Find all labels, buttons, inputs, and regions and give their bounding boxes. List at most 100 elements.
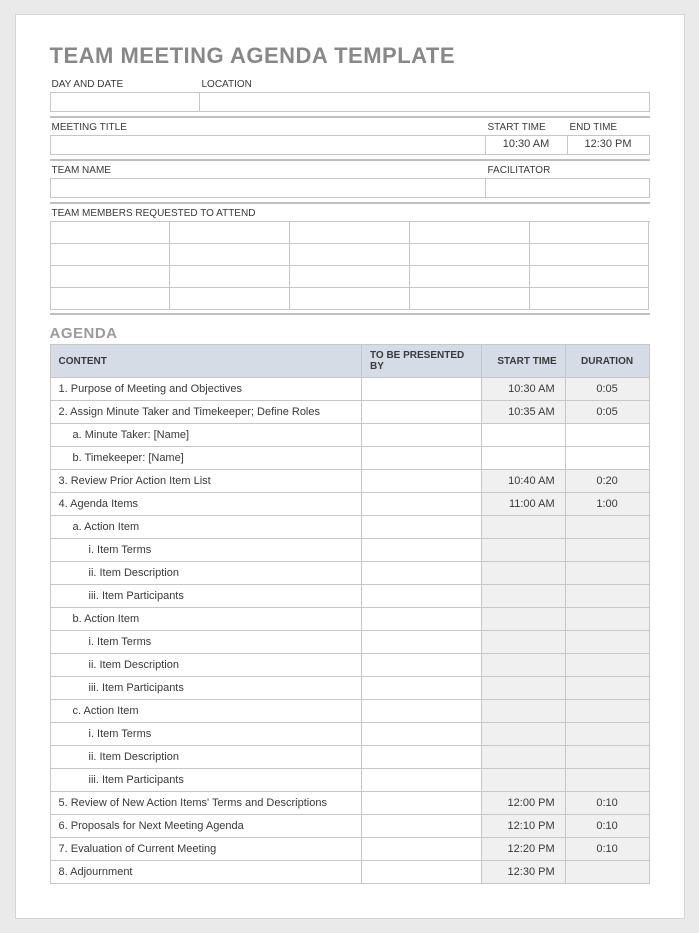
input-meeting-title[interactable] xyxy=(50,135,486,155)
attendee-cell[interactable] xyxy=(290,288,410,310)
agenda-cell-presented[interactable] xyxy=(361,838,481,861)
input-end-time[interactable]: 12:30 PM xyxy=(568,135,650,155)
agenda-cell-duration[interactable] xyxy=(565,769,649,792)
agenda-cell-start[interactable] xyxy=(481,677,565,700)
attendee-cell[interactable] xyxy=(290,244,410,266)
agenda-cell-presented[interactable] xyxy=(361,631,481,654)
agenda-cell-content[interactable]: 5. Review of New Action Items' Terms and… xyxy=(50,792,361,815)
agenda-cell-duration[interactable] xyxy=(565,424,649,447)
agenda-cell-duration[interactable] xyxy=(565,746,649,769)
input-team-name[interactable] xyxy=(50,178,486,198)
agenda-cell-presented[interactable] xyxy=(361,769,481,792)
agenda-cell-presented[interactable] xyxy=(361,516,481,539)
agenda-cell-duration[interactable] xyxy=(565,723,649,746)
agenda-cell-duration[interactable] xyxy=(565,562,649,585)
agenda-cell-start[interactable] xyxy=(481,562,565,585)
agenda-cell-duration[interactable] xyxy=(565,700,649,723)
agenda-cell-presented[interactable] xyxy=(361,493,481,516)
agenda-cell-duration[interactable] xyxy=(565,516,649,539)
agenda-cell-content[interactable]: i. Item Terms xyxy=(50,539,361,562)
agenda-cell-duration[interactable] xyxy=(565,631,649,654)
attendee-cell[interactable] xyxy=(530,288,650,310)
agenda-cell-content[interactable]: c. Action Item xyxy=(50,700,361,723)
agenda-cell-start[interactable] xyxy=(481,516,565,539)
agenda-cell-content[interactable]: i. Item Terms xyxy=(50,631,361,654)
agenda-cell-content[interactable]: 2. Assign Minute Taker and Timekeeper; D… xyxy=(50,401,361,424)
agenda-cell-start[interactable]: 10:40 AM xyxy=(481,470,565,493)
agenda-cell-presented[interactable] xyxy=(361,424,481,447)
agenda-cell-presented[interactable] xyxy=(361,654,481,677)
agenda-cell-start[interactable]: 10:30 AM xyxy=(481,378,565,401)
attendee-cell[interactable] xyxy=(290,266,410,288)
agenda-cell-content[interactable]: 3. Review Prior Action Item List xyxy=(50,470,361,493)
agenda-cell-content[interactable]: iii. Item Participants xyxy=(50,677,361,700)
agenda-cell-duration[interactable] xyxy=(565,654,649,677)
agenda-cell-presented[interactable] xyxy=(361,861,481,884)
agenda-cell-duration[interactable]: 0:05 xyxy=(565,401,649,424)
agenda-cell-content[interactable]: a. Minute Taker: [Name] xyxy=(50,424,361,447)
attendee-cell[interactable] xyxy=(51,288,171,310)
attendee-cell[interactable] xyxy=(51,266,171,288)
attendee-cell[interactable] xyxy=(51,222,171,244)
attendee-cell[interactable] xyxy=(410,244,530,266)
agenda-cell-duration[interactable]: 0:10 xyxy=(565,792,649,815)
agenda-cell-presented[interactable] xyxy=(361,401,481,424)
agenda-cell-start[interactable] xyxy=(481,539,565,562)
agenda-cell-content[interactable]: b. Timekeeper: [Name] xyxy=(50,447,361,470)
agenda-cell-presented[interactable] xyxy=(361,470,481,493)
agenda-cell-start[interactable]: 10:35 AM xyxy=(481,401,565,424)
agenda-cell-presented[interactable] xyxy=(361,723,481,746)
agenda-cell-presented[interactable] xyxy=(361,700,481,723)
agenda-cell-start[interactable] xyxy=(481,700,565,723)
agenda-cell-duration[interactable]: 0:10 xyxy=(565,838,649,861)
agenda-cell-duration[interactable] xyxy=(565,539,649,562)
input-facilitator[interactable] xyxy=(486,178,650,198)
agenda-cell-presented[interactable] xyxy=(361,562,481,585)
agenda-cell-presented[interactable] xyxy=(361,815,481,838)
agenda-cell-duration[interactable]: 0:05 xyxy=(565,378,649,401)
attendee-cell[interactable] xyxy=(530,244,650,266)
agenda-cell-presented[interactable] xyxy=(361,792,481,815)
agenda-cell-presented[interactable] xyxy=(361,585,481,608)
agenda-cell-duration[interactable] xyxy=(565,585,649,608)
agenda-cell-start[interactable]: 12:30 PM xyxy=(481,861,565,884)
attendee-cell[interactable] xyxy=(410,266,530,288)
agenda-cell-content[interactable]: 8. Adjournment xyxy=(50,861,361,884)
agenda-cell-start[interactable] xyxy=(481,654,565,677)
input-day-date[interactable] xyxy=(50,92,200,112)
agenda-cell-duration[interactable] xyxy=(565,677,649,700)
agenda-cell-start[interactable] xyxy=(481,585,565,608)
agenda-cell-duration[interactable]: 1:00 xyxy=(565,493,649,516)
attendee-cell[interactable] xyxy=(410,222,530,244)
attendee-cell[interactable] xyxy=(170,244,290,266)
agenda-cell-content[interactable]: iii. Item Participants xyxy=(50,585,361,608)
attendee-cell[interactable] xyxy=(170,266,290,288)
agenda-cell-presented[interactable] xyxy=(361,677,481,700)
agenda-cell-presented[interactable] xyxy=(361,746,481,769)
agenda-cell-presented[interactable] xyxy=(361,447,481,470)
agenda-cell-content[interactable]: 4. Agenda Items xyxy=(50,493,361,516)
agenda-cell-start[interactable] xyxy=(481,746,565,769)
agenda-cell-content[interactable]: 6. Proposals for Next Meeting Agenda xyxy=(50,815,361,838)
agenda-cell-content[interactable]: ii. Item Description xyxy=(50,746,361,769)
agenda-cell-start[interactable]: 12:00 PM xyxy=(481,792,565,815)
agenda-cell-duration[interactable] xyxy=(565,447,649,470)
agenda-cell-content[interactable]: 1. Purpose of Meeting and Objectives xyxy=(50,378,361,401)
attendee-cell[interactable] xyxy=(530,222,650,244)
agenda-cell-start[interactable]: 11:00 AM xyxy=(481,493,565,516)
agenda-cell-content[interactable]: ii. Item Description xyxy=(50,654,361,677)
input-start-time[interactable]: 10:30 AM xyxy=(486,135,568,155)
attendee-cell[interactable] xyxy=(290,222,410,244)
agenda-cell-content[interactable]: ii. Item Description xyxy=(50,562,361,585)
attendee-cell[interactable] xyxy=(51,244,171,266)
agenda-cell-start[interactable] xyxy=(481,769,565,792)
agenda-cell-duration[interactable]: 0:20 xyxy=(565,470,649,493)
agenda-cell-content[interactable]: i. Item Terms xyxy=(50,723,361,746)
agenda-cell-start[interactable] xyxy=(481,447,565,470)
agenda-cell-content[interactable]: a. Action Item xyxy=(50,516,361,539)
agenda-cell-start[interactable] xyxy=(481,631,565,654)
input-location[interactable] xyxy=(200,92,650,112)
agenda-cell-start[interactable] xyxy=(481,723,565,746)
agenda-cell-duration[interactable] xyxy=(565,861,649,884)
agenda-cell-content[interactable]: 7. Evaluation of Current Meeting xyxy=(50,838,361,861)
